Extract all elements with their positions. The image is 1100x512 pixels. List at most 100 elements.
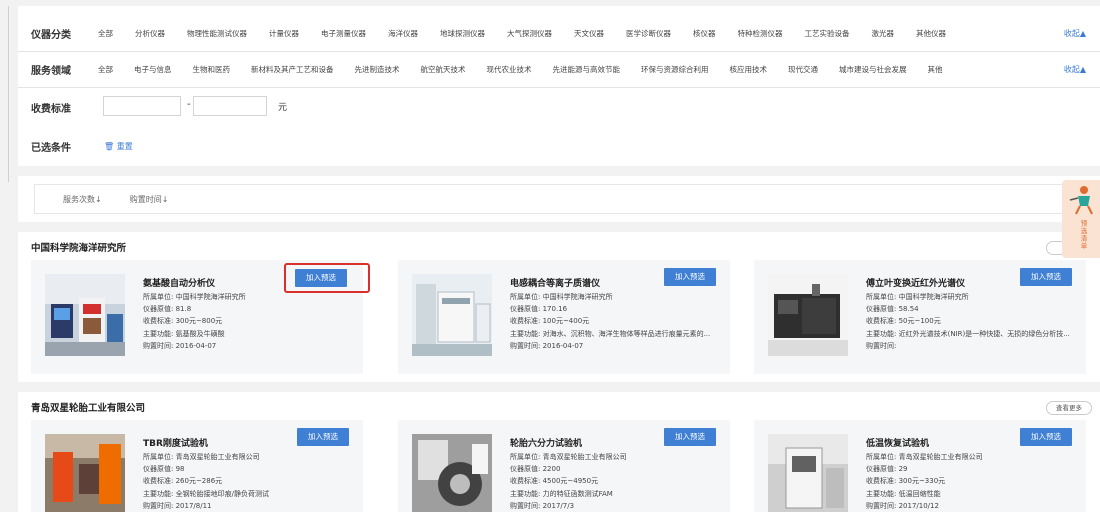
- field-collapse-link[interactable]: 收起▲: [1064, 64, 1086, 75]
- field-option[interactable]: 航空航天技术: [421, 64, 466, 75]
- add-to-preselect-button[interactable]: 加入预选: [664, 268, 716, 286]
- add-to-preselect-button[interactable]: 加入预选: [1020, 428, 1072, 446]
- detail-line: 所属单位: 青岛双星轮胎工业有限公司: [510, 453, 627, 461]
- price-separator: -: [187, 99, 191, 110]
- add-to-preselect-button[interactable]: 加入预选: [1020, 268, 1072, 286]
- field-option[interactable]: 新材料及其产工艺和设备: [251, 64, 334, 75]
- field-option[interactable]: 生物和医药: [193, 64, 231, 75]
- category-option[interactable]: 物理性能测试仪器: [187, 28, 247, 39]
- price-min-input[interactable]: [103, 96, 181, 116]
- detail-line: 收费标准: 300元~800元: [143, 317, 223, 326]
- trash-icon: 🗑: [104, 142, 115, 151]
- field-filter-row: 服务领域 全部 电子与信息 生物和医药 新材料及其产工艺和设备 先进制造技术 航空航天技术…: [18, 52, 1100, 88]
- instrument-title[interactable]: 傅立叶变换近红外光谱仪: [866, 276, 965, 289]
- field-option[interactable]: 环保与资源综合利用: [641, 64, 709, 75]
- instrument-details: 所属单位: 中国科学院海洋研究所 仪器原值: 170.16 收费标准: 100元…: [510, 291, 710, 352]
- instrument-details: 所属单位: 青岛双星轮胎工业有限公司 仪器原值: 2200 收费标准: 4500…: [510, 451, 627, 512]
- field-option[interactable]: 现代农业技术: [487, 64, 532, 75]
- category-option[interactable]: 工艺实验设备: [805, 28, 850, 39]
- field-option[interactable]: 先进能源与高效节能: [553, 64, 621, 75]
- view-more-button[interactable]: 查看更多: [1046, 401, 1092, 415]
- detail-line: 主要功能: 氨基酸及牛磺酸: [143, 329, 225, 338]
- field-options: 全部 电子与信息 生物和医药 新材料及其产工艺和设备 先进制造技术 航空航天技术 现代农业技…: [98, 64, 1060, 75]
- category-option[interactable]: 海洋仪器: [388, 28, 418, 39]
- field-option[interactable]: 全部: [98, 64, 113, 75]
- instrument-card[interactable]: 氨基酸自动分析仪 加入预选 所属单位: 中国科学院海洋研究所 仪器原值: 81.…: [31, 260, 370, 374]
- instrument-details: 所属单位: 青岛双星轮胎工业有限公司 仪器原值: 29 收费标准: 300元~3…: [866, 451, 983, 512]
- field-filter-label: 服务领域: [31, 66, 71, 77]
- field-option[interactable]: 城市建设与社会发展: [839, 64, 907, 75]
- highlight-box: [284, 263, 370, 293]
- sort-by-service-count[interactable]: 服务次数↓: [63, 194, 102, 205]
- org-section: 青岛双星轮胎工业有限公司 查看更多 TBR刚度试验机 加入预选 所属单位: 青岛…: [18, 392, 1100, 512]
- add-to-preselect-button[interactable]: 加入预选: [664, 428, 716, 446]
- person-icon: [1069, 186, 1093, 215]
- instrument-title[interactable]: 轮胎六分力试验机: [510, 436, 582, 449]
- reset-button[interactable]: 🗑 重置: [104, 141, 133, 152]
- category-option[interactable]: 天文仪器: [574, 28, 604, 39]
- left-divider: [8, 6, 9, 182]
- detail-line: 收费标准: 300元~330元: [866, 477, 946, 486]
- category-collapse-link[interactable]: 收起▲: [1064, 28, 1086, 39]
- detail-line: 购置时间: 2017/10/12: [866, 501, 939, 510]
- detail-line: 所属单位: 青岛双星轮胎工业有限公司: [143, 453, 260, 461]
- detail-line: 所属单位: 中国科学院海洋研究所: [510, 293, 613, 301]
- category-option[interactable]: 激光器: [872, 28, 895, 39]
- detail-line: 主要功能: 对海水、沉积物、海洋生物体等样品进行痕量元素的...: [510, 329, 711, 338]
- category-option[interactable]: 大气探测仪器: [507, 28, 552, 39]
- detail-line: 主要功能: 近红外光谱技术(NIR)是一种快捷、无损的绿色分析技...: [866, 329, 1070, 338]
- sort-options: 服务次数↓ 购置时间↓: [34, 184, 1092, 214]
- instrument-title[interactable]: 低温恢复试验机: [866, 436, 929, 449]
- detail-line: 收费标准: 260元~286元: [143, 477, 223, 486]
- field-option[interactable]: 核应用技术: [730, 64, 768, 75]
- reset-label: 重置: [116, 142, 133, 151]
- sort-bar: 服务次数↓ 购置时间↓: [18, 176, 1100, 222]
- selected-conditions-row: 已选条件 🗑 重置: [18, 126, 1100, 166]
- field-option[interactable]: 现代交通: [788, 64, 818, 75]
- category-option[interactable]: 核仪器: [693, 28, 716, 39]
- category-filter-label: 仪器分类: [31, 30, 71, 41]
- category-option[interactable]: 全部: [98, 28, 113, 39]
- detail-line: 购置时间: 2017/7/3: [510, 501, 575, 510]
- instrument-title[interactable]: TBR刚度试验机: [143, 436, 208, 449]
- price-filter-label: 收费标准: [31, 103, 71, 115]
- preselect-list-tab[interactable]: 预选清单: [1062, 180, 1100, 258]
- instrument-details: 所属单位: 中国科学院海洋研究所 仪器原值: 58.54 收费标准: 50元~1…: [866, 291, 1070, 352]
- sort-by-purchase-date[interactable]: 购置时间↓: [130, 194, 169, 205]
- org-title: 青岛双星轮胎工业有限公司: [31, 403, 146, 414]
- price-filter-row: 收费标准 - 元: [18, 88, 1100, 126]
- instrument-card[interactable]: 电感耦合等离子质谱仪 加入预选 所属单位: 中国科学院海洋研究所 仪器原值: 1…: [398, 260, 730, 374]
- instrument-title[interactable]: 电感耦合等离子质谱仪: [510, 276, 600, 289]
- detail-line: 购置时间: 2016-04-07: [510, 341, 584, 350]
- instrument-card[interactable]: TBR刚度试验机 加入预选 所属单位: 青岛双星轮胎工业有限公司 仪器原值: 9…: [31, 420, 363, 512]
- instrument-card[interactable]: 傅立叶变换近红外光谱仪 加入预选 所属单位: 中国科学院海洋研究所 仪器原值: …: [754, 260, 1086, 374]
- category-option[interactable]: 医学诊断仪器: [626, 28, 671, 39]
- detail-line: 主要功能: 低温回缩性能: [866, 489, 941, 498]
- detail-line: 收费标准: 4500元~4950元: [510, 477, 599, 486]
- instrument-photo: [412, 274, 492, 356]
- category-option[interactable]: 计量仪器: [269, 28, 299, 39]
- detail-line: 收费标准: 100元~400元: [510, 317, 590, 326]
- instrument-card[interactable]: 低温恢复试验机 加入预选 所属单位: 青岛双星轮胎工业有限公司 仪器原值: 29…: [754, 420, 1086, 512]
- category-option[interactable]: 特种检测仪器: [738, 28, 783, 39]
- add-to-preselect-button[interactable]: 加入预选: [297, 428, 349, 446]
- instrument-photo: [768, 274, 848, 356]
- instrument-card[interactable]: 轮胎六分力试验机 加入预选 所属单位: 青岛双星轮胎工业有限公司 仪器原值: 2…: [398, 420, 730, 512]
- detail-line: 仪器原值: 58.54: [866, 305, 919, 314]
- price-max-input[interactable]: [193, 96, 267, 116]
- category-options: 全部 分析仪器 物理性能测试仪器 计量仪器 电子测量仪器 海洋仪器 地球探测仪器 大气探测仪器…: [98, 28, 1060, 39]
- selected-conditions-label: 已选条件: [31, 142, 71, 154]
- field-option[interactable]: 先进制造技术: [355, 64, 400, 75]
- detail-line: 仪器原值: 29: [866, 465, 908, 474]
- category-option[interactable]: 分析仪器: [135, 28, 165, 39]
- category-option[interactable]: 其他仪器: [916, 28, 946, 39]
- instrument-title[interactable]: 氨基酸自动分析仪: [143, 276, 215, 289]
- field-option[interactable]: 其他: [928, 64, 943, 75]
- detail-line: 所属单位: 中国科学院海洋研究所: [866, 293, 969, 301]
- category-option[interactable]: 地球探测仪器: [440, 28, 485, 39]
- field-option[interactable]: 电子与信息: [134, 64, 172, 75]
- category-option[interactable]: 电子测量仪器: [321, 28, 366, 39]
- filter-panel: 仪器分类 全部 分析仪器 物理性能测试仪器 计量仪器 电子测量仪器 海洋仪器 地球探测仪器 大…: [18, 6, 1100, 166]
- detail-line: 仪器原值: 170.16: [510, 305, 568, 314]
- detail-line: 仪器原值: 81.8: [143, 305, 192, 314]
